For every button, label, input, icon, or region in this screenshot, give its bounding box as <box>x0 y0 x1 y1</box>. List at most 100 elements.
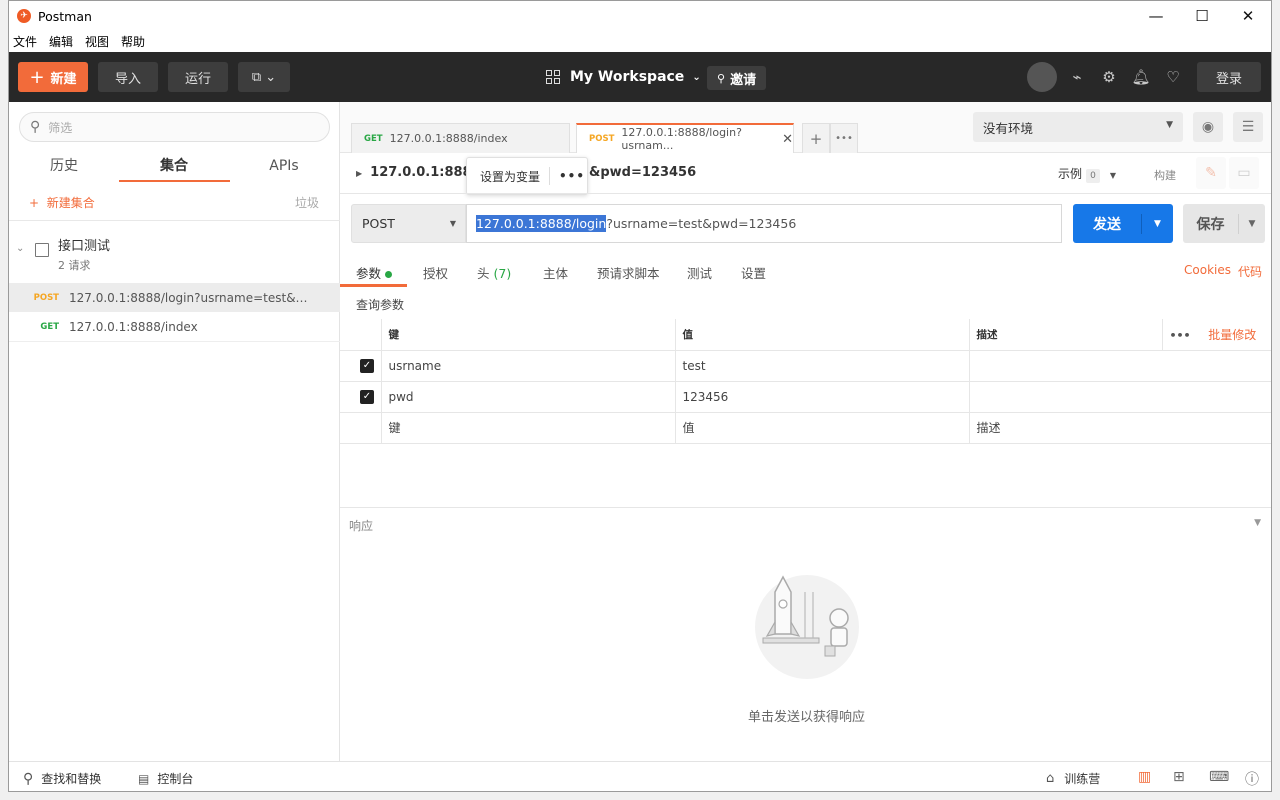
edit-pencil-icon[interactable]: ✎ <box>1196 157 1226 189</box>
new-collection-button[interactable]: + 新建集合 <box>29 194 95 211</box>
sync-off-icon[interactable] <box>1027 62 1057 92</box>
comment-icon[interactable]: ▭ <box>1229 157 1259 189</box>
runner-button[interactable]: 运行 <box>168 62 228 92</box>
param-value[interactable]: 123456 <box>675 381 970 413</box>
bootcamp-button[interactable]: ⌂ 训练营 <box>1046 770 1100 787</box>
build-mode[interactable]: 构建 <box>1154 167 1176 183</box>
settings-sliders-icon[interactable]: ☰ <box>1233 112 1263 142</box>
tab-apis[interactable]: APIs <box>229 152 339 182</box>
console-button[interactable]: ▤ 控制台 <box>138 770 193 787</box>
tab-settings[interactable]: 设置 <box>741 263 766 282</box>
request-name-end: &pwd=123456 <box>589 165 697 180</box>
workspace-grid-icon <box>546 70 560 84</box>
trash-button[interactable]: 垃圾 <box>295 194 319 211</box>
method-select[interactable]: POST ▼ <box>351 204 466 243</box>
caret-down-icon: ▼ <box>449 219 456 228</box>
caret-down-icon[interactable]: ▼ <box>1239 219 1265 229</box>
find-replace-button[interactable]: ⚲ 查找和替换 <box>23 770 101 787</box>
param-description[interactable] <box>969 350 1271 382</box>
tab-authorization[interactable]: 授权 <box>423 263 448 282</box>
new-tab-button[interactable]: + <box>802 123 830 153</box>
collection-item[interactable]: ⌄ 接口测试 2 请求 <box>9 221 340 283</box>
new-description-input[interactable]: 描述 <box>969 412 1271 444</box>
caret-down-icon[interactable]: ▼ <box>1142 219 1173 229</box>
invite-button[interactable]: ⚲ 邀请 <box>707 66 767 90</box>
console-icon: ▤ <box>138 771 150 786</box>
add-user-icon: ⚲ <box>717 71 726 85</box>
response-panel-header[interactable]: 响应 ▼ <box>340 507 1271 539</box>
close-tab-icon[interactable]: ✕ <box>782 132 793 147</box>
caret-right-icon: ▶ <box>356 169 363 178</box>
heart-icon[interactable]: ♡ <box>1157 68 1189 86</box>
caret-down-icon: ▼ <box>1166 120 1173 130</box>
menu-help[interactable]: 帮助 <box>121 33 145 50</box>
request-tab-get-index[interactable]: GET 127.0.0.1:8888/index <box>351 123 570 153</box>
tab-prerequest-script[interactable]: 预请求脚本 <box>597 263 660 282</box>
url-input[interactable]: 127.0.0.1:8888/login ?usrname=test&pwd=12… <box>466 204 1062 243</box>
tab-collections[interactable]: 集合 <box>119 152 229 182</box>
search-icon: ⚲ <box>23 770 34 787</box>
caret-down-icon[interactable]: ▼ <box>1254 518 1261 528</box>
tab-body[interactable]: 主体 <box>543 263 568 282</box>
tab-history[interactable]: 历史 <box>9 152 119 182</box>
checkbox-checked-icon[interactable]: ✓ <box>360 358 374 373</box>
tab-params[interactable]: 参数 <box>356 263 393 282</box>
close-window-button[interactable]: ✕ <box>1225 1 1271 31</box>
save-button[interactable]: 保存 ▼ <box>1183 204 1265 243</box>
two-pane-view-icon[interactable]: ▥ <box>1138 769 1151 785</box>
menu-view[interactable]: 视图 <box>85 33 109 50</box>
bulk-edit-link[interactable]: 批量修改 <box>1208 328 1256 342</box>
environment-select[interactable]: 没有环境 ▼ <box>973 112 1183 142</box>
help-icon[interactable]: ⓘ <box>1245 769 1259 789</box>
import-button[interactable]: 导入 <box>98 62 158 92</box>
tab-headers[interactable]: 头 (7) <box>477 263 511 282</box>
minimize-button[interactable]: — <box>1133 1 1179 31</box>
notification-bell-icon[interactable]: 🔔︎ <box>1125 68 1157 86</box>
cookies-link[interactable]: Cookies <box>1184 263 1231 277</box>
workspace-switcher[interactable]: My Workspace ⌄ <box>546 62 701 92</box>
code-link[interactable]: 代码 <box>1238 263 1262 280</box>
caret-down-icon: ▼ <box>1109 171 1116 180</box>
menu-file[interactable]: 文件 <box>13 33 37 50</box>
login-button[interactable]: 登录 <box>1197 62 1261 92</box>
column-key: 键 <box>381 319 676 351</box>
examples-dropdown[interactable]: 示例 0 ▼ <box>1058 165 1116 183</box>
sidebar-request-get-index[interactable]: GET 127.0.0.1:8888/index <box>9 312 340 341</box>
title-bar: ✈ Postman — ☐ ✕ <box>9 1 1271 31</box>
request-builder: GET 127.0.0.1:8888/index POST 127.0.0.1:… <box>340 102 1271 761</box>
layout-grid-icon[interactable]: ⊞ <box>1173 769 1185 785</box>
new-key-input[interactable]: 键 <box>381 412 676 444</box>
param-key[interactable]: usrname <box>381 350 676 382</box>
sidebar-request-post-login[interactable]: POST 127.0.0.1:8888/login?usrname=test&p… <box>9 283 340 312</box>
divider <box>340 193 1271 194</box>
tab-options-button[interactable]: ••• <box>830 123 858 153</box>
open-new-button[interactable]: ⧉ ⌄ <box>238 62 290 92</box>
status-bar: ⚲ 查找和替换 ▤ 控制台 ⌂ 训练营 ▥ ⊞ ⌨ ⓘ <box>9 761 1271 791</box>
param-key[interactable]: pwd <box>381 381 676 413</box>
keyboard-icon[interactable]: ⌨ <box>1209 769 1229 785</box>
eye-icon[interactable]: ◉ <box>1193 112 1223 142</box>
param-value[interactable]: test <box>675 350 970 382</box>
new-button[interactable]: + 新建 <box>18 62 88 92</box>
collection-name: 接口测试 <box>58 239 111 254</box>
more-options-icon[interactable]: ••• <box>559 169 585 183</box>
settings-gear-icon[interactable]: ⚙ <box>1093 68 1125 86</box>
search-icon: ⚲ <box>30 119 41 135</box>
response-title: 响应 <box>349 519 374 533</box>
request-tab-post-login[interactable]: POST 127.0.0.1:8888/login?usrnam... ✕ <box>576 123 794 153</box>
new-value-input[interactable]: 值 <box>675 412 970 444</box>
table-row-new: 键 值 描述 <box>340 412 1271 444</box>
send-button[interactable]: 发送 ▼ <box>1073 204 1173 243</box>
satellite-icon[interactable]: ⌁ <box>1061 68 1093 86</box>
sidebar-filter-input[interactable]: ⚲ 筛选 <box>19 112 330 142</box>
maximize-button[interactable]: ☐ <box>1179 1 1225 31</box>
active-dot-icon <box>385 271 393 278</box>
request-tabs-bar: GET 127.0.0.1:8888/index POST 127.0.0.1:… <box>340 102 1271 153</box>
more-options-icon[interactable]: ••• <box>1170 329 1191 342</box>
checkbox-checked-icon[interactable]: ✓ <box>360 389 374 404</box>
tab-tests[interactable]: 测试 <box>687 263 712 282</box>
param-description[interactable] <box>969 381 1271 413</box>
menu-edit[interactable]: 编辑 <box>49 33 73 50</box>
set-as-variable-button[interactable]: 设置为变量 <box>480 168 540 185</box>
postman-logo-icon: ✈ <box>17 9 31 23</box>
